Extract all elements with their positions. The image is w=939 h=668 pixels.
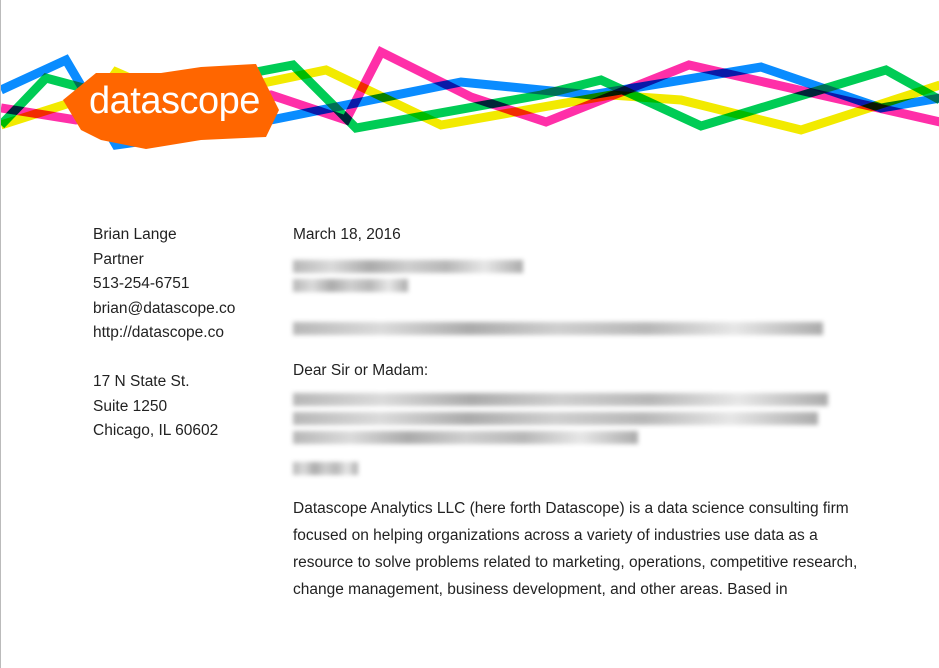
body-paragraph: Datascope Analytics LLC (here forth Data… xyxy=(293,500,858,598)
sender-email-link[interactable]: brian@datascope.co xyxy=(93,300,235,317)
sender-website[interactable]: http://datascope.co xyxy=(93,321,235,346)
sender-block: Brian Lange Partner 513-254-6751 brian@d… xyxy=(93,223,235,444)
redacted-recipient-line xyxy=(293,278,408,292)
sender-name: Brian Lange xyxy=(93,226,177,243)
address-line-1: 17 N State St. xyxy=(93,373,190,390)
letter-body: March 18, 2016 Dear Sir or Madam: Datasc… xyxy=(293,223,893,603)
letter-date: March 18, 2016 xyxy=(293,226,401,243)
sender-phone: 513-254-6751 xyxy=(93,275,190,292)
redacted-recipient-line xyxy=(293,259,523,273)
address-line-2: Suite 1250 xyxy=(93,397,168,415)
redacted-paragraph-line xyxy=(293,431,638,444)
redacted-subject-line xyxy=(293,321,823,335)
salutation: Dear Sir or Madam: xyxy=(293,361,429,379)
redacted-paragraph-line xyxy=(293,393,828,406)
address-line-3: Chicago, IL 60602 xyxy=(93,422,219,439)
redacted-heading xyxy=(293,462,358,475)
datascope-logo: datascope xyxy=(89,80,260,122)
redacted-paragraph-line xyxy=(293,412,818,425)
sender-title: Partner xyxy=(93,250,144,268)
